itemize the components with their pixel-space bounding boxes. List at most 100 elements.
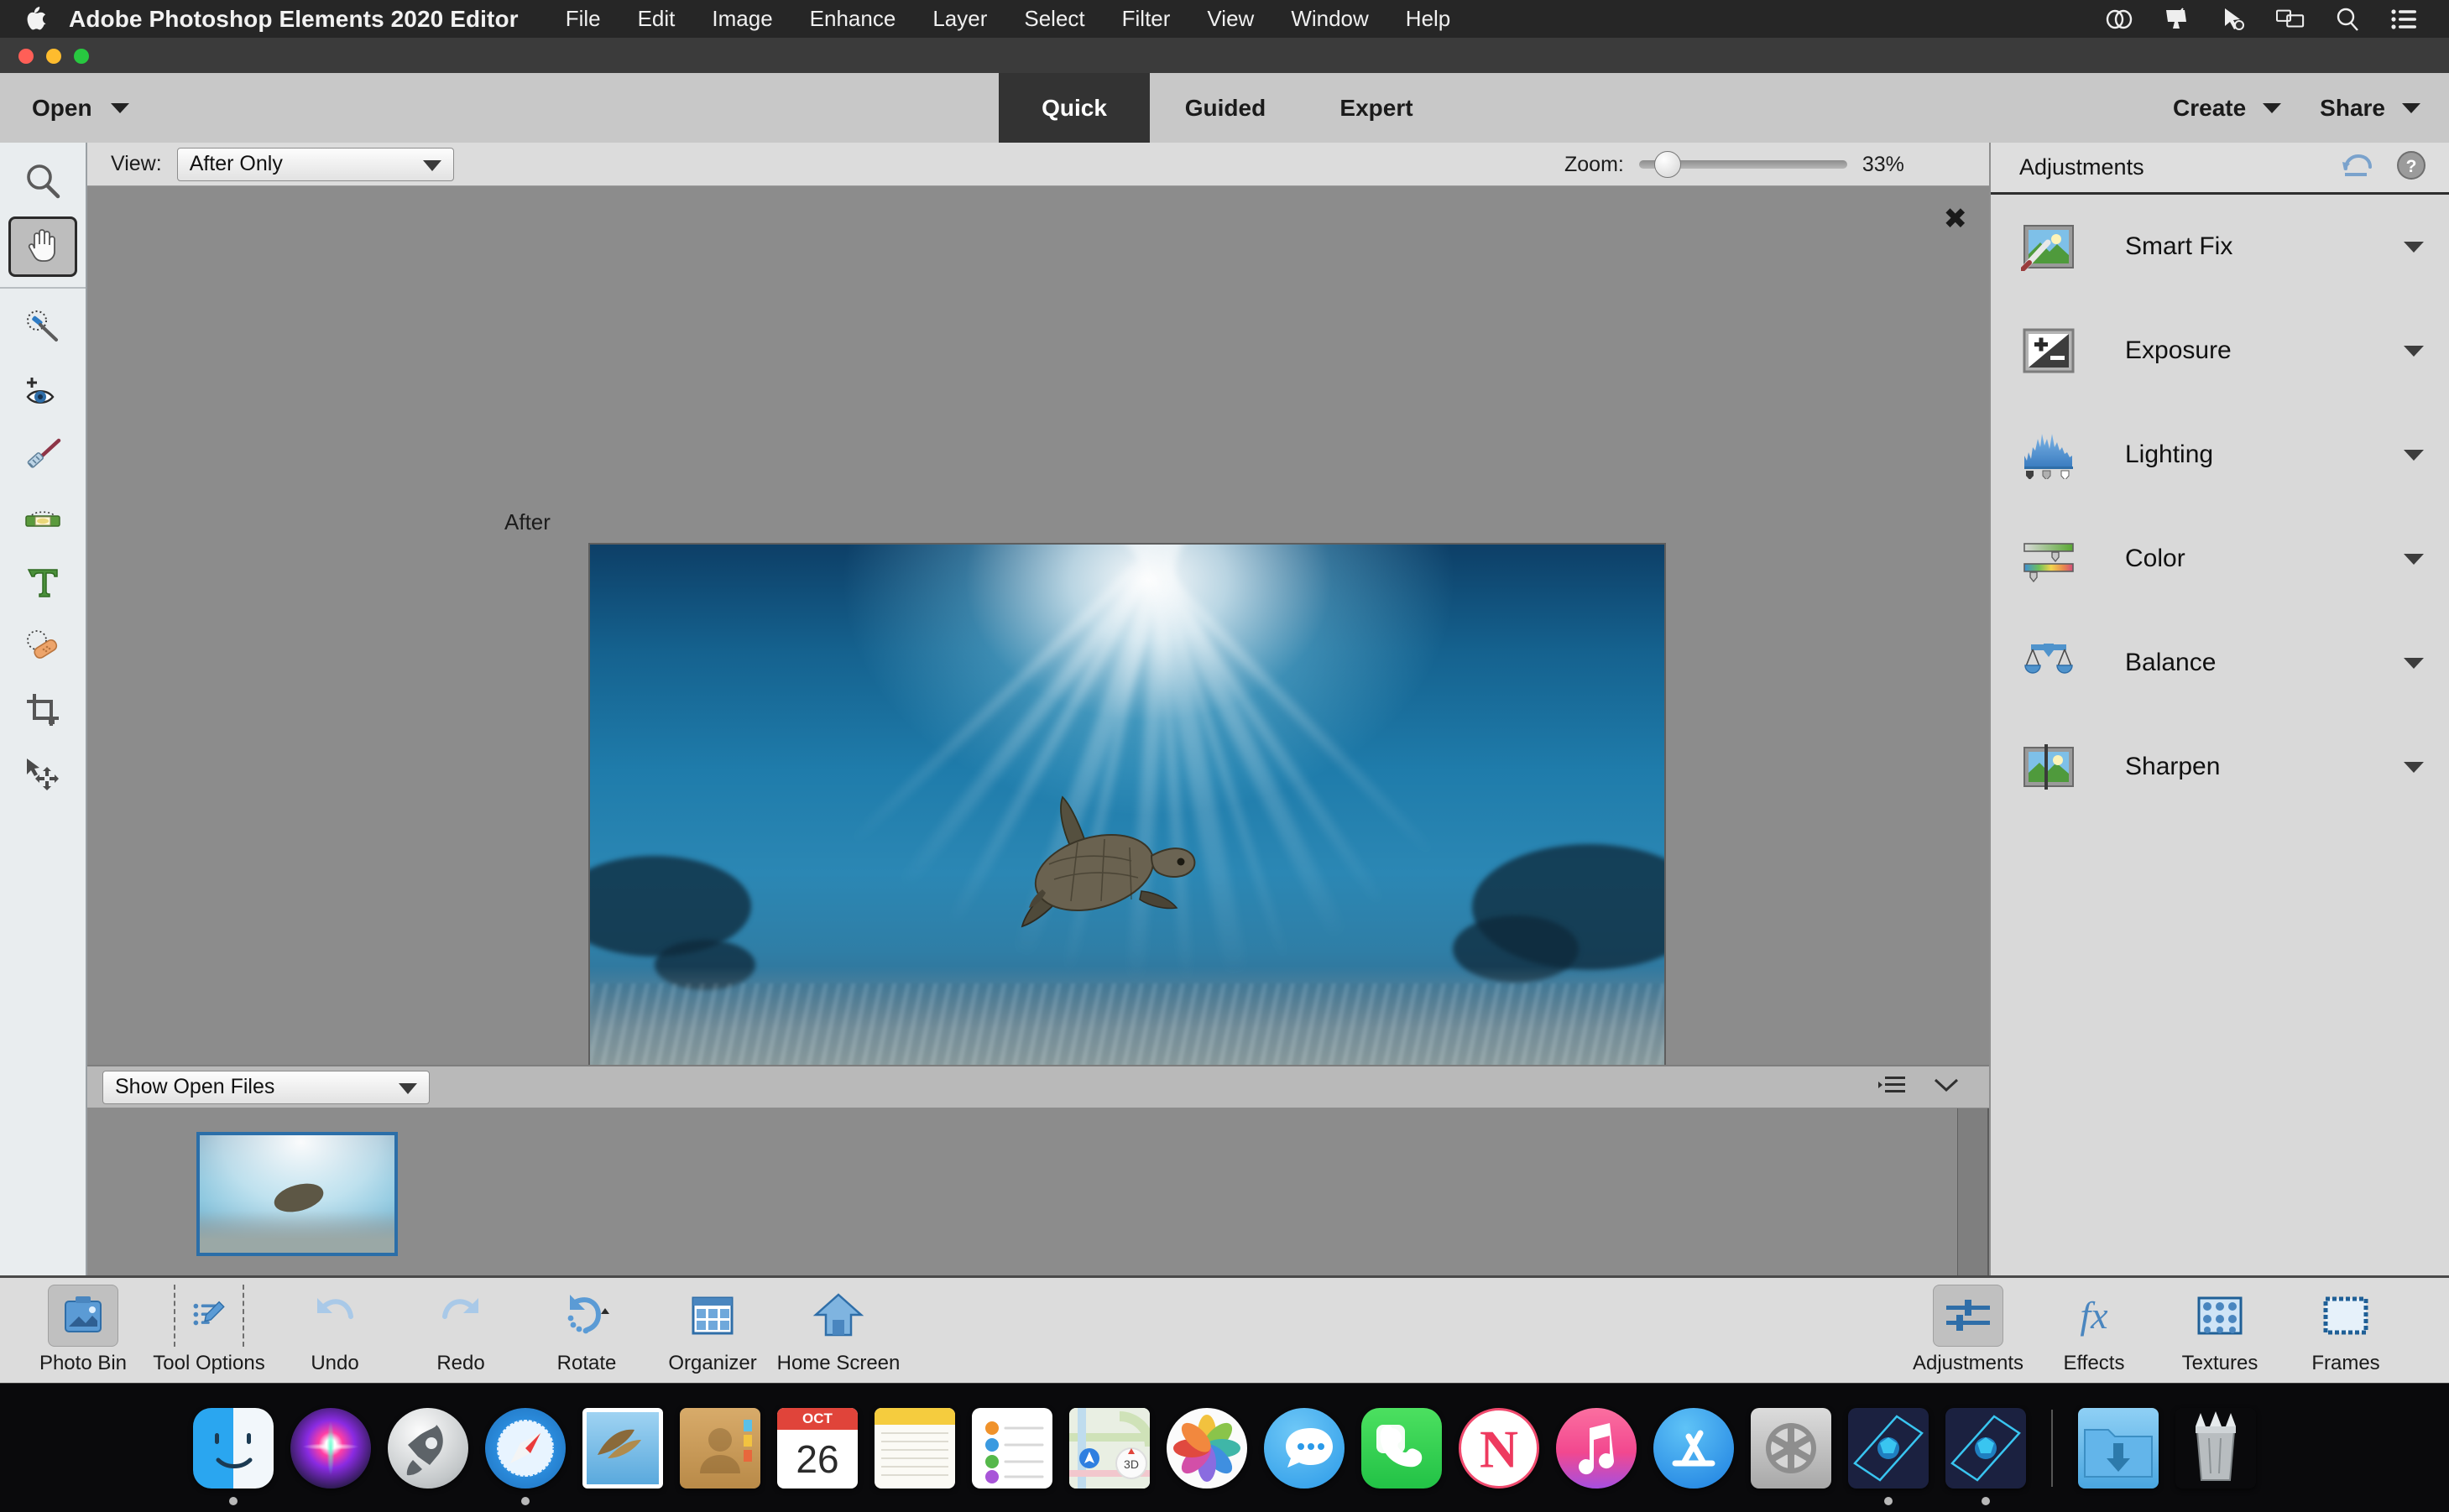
rotate-button[interactable]: Rotate [524, 1278, 650, 1375]
home-screen-button[interactable]: Home Screen [775, 1278, 901, 1375]
tool-options-button[interactable]: Tool Options [146, 1278, 272, 1375]
dock-item-reminders[interactable] [969, 1405, 1056, 1492]
menu-image[interactable]: Image [693, 6, 791, 32]
adjustment-row-lighting[interactable]: Lighting [1991, 403, 2449, 507]
adjustments-button[interactable]: Adjustments [1905, 1278, 2031, 1375]
frames-button[interactable]: Frames [2283, 1278, 2409, 1375]
calendar-icon: OCT 26 [777, 1407, 858, 1489]
zoom-slider[interactable] [1638, 151, 1847, 178]
tab-guided[interactable]: Guided [1150, 73, 1301, 143]
bin-options-icon[interactable] [1878, 1075, 1907, 1099]
view-select[interactable]: After Only [176, 147, 454, 181]
search-icon[interactable] [2333, 5, 2362, 34]
control-center-icon[interactable] [2390, 5, 2419, 34]
menu-edit[interactable]: Edit [619, 6, 694, 32]
chevron-down-icon[interactable] [2404, 241, 2424, 253]
dock-item-messages[interactable] [1261, 1405, 1348, 1492]
chevron-down-icon[interactable] [2404, 761, 2424, 773]
dock-item-maps[interactable]: 3D [1066, 1405, 1153, 1492]
adjustment-row-balance[interactable]: Balance [1991, 611, 2449, 715]
calendar-day: 26 [796, 1436, 839, 1481]
textures-button[interactable]: Textures [2157, 1278, 2283, 1375]
menu-filter[interactable]: Filter [1104, 6, 1189, 32]
window-close-button[interactable] [18, 49, 34, 64]
effects-button[interactable]: fx Effects [2031, 1278, 2157, 1375]
share-button[interactable]: Share [2320, 95, 2420, 122]
zoom-slider-knob[interactable] [1653, 151, 1681, 178]
create-button[interactable]: Create [2173, 95, 2282, 122]
creative-cloud-icon[interactable] [2105, 5, 2133, 34]
macos-dock: OCT 26 3D N [0, 1383, 2449, 1512]
chevron-down-icon[interactable] [2404, 553, 2424, 565]
photo-bin[interactable] [87, 1108, 1989, 1275]
type-tool[interactable] [8, 554, 77, 614]
hand-tool[interactable] [8, 216, 77, 277]
system-preferences-icon [1751, 1407, 1831, 1489]
dock-item-safari[interactable] [482, 1405, 569, 1505]
dock-item-photoshop-elements-a[interactable] [1845, 1405, 1932, 1505]
photo-bin-scrollbar[interactable] [1957, 1108, 1987, 1275]
after-image-preview[interactable] [588, 543, 1666, 1144]
redo-button[interactable]: Redo [398, 1278, 524, 1375]
dock-item-calendar[interactable]: OCT 26 [774, 1405, 861, 1492]
dock-item-photos[interactable] [1163, 1405, 1251, 1492]
cursor-pointer-icon[interactable] [2219, 5, 2248, 34]
bin-collapse-icon[interactable] [1932, 1076, 1961, 1098]
window-minimize-button[interactable] [46, 49, 61, 64]
move-tool[interactable] [8, 745, 77, 806]
tab-quick[interactable]: Quick [999, 73, 1150, 143]
chevron-down-icon[interactable] [2404, 345, 2424, 357]
dock-item-mail[interactable] [579, 1405, 666, 1492]
dock-item-app-store[interactable] [1650, 1405, 1737, 1492]
adjustment-row-smart-fix[interactable]: Smart Fix [1991, 195, 2449, 299]
quick-selection-tool[interactable] [8, 299, 77, 359]
maps-icon: 3D [1069, 1407, 1150, 1489]
dock-item-launchpad[interactable] [384, 1405, 472, 1492]
crop-tool[interactable] [8, 681, 77, 742]
chevron-down-icon [399, 1082, 417, 1094]
window-zoom-button[interactable] [74, 49, 89, 64]
spot-healing-brush-tool[interactable] [8, 618, 77, 678]
dock-item-photoshop-elements-b[interactable] [1942, 1405, 2029, 1505]
menu-help[interactable]: Help [1387, 6, 1469, 32]
menu-file[interactable]: File [547, 6, 619, 32]
adjustment-row-color[interactable]: Color [1991, 507, 2449, 611]
screen-mirroring-icon[interactable] [2276, 5, 2305, 34]
photo-bin-filter-select[interactable]: Show Open Files [102, 1070, 430, 1104]
dock-item-trash[interactable] [2172, 1405, 2259, 1492]
tab-expert[interactable]: Expert [1301, 73, 1452, 143]
display-broadcast-icon[interactable] [2162, 5, 2191, 34]
menu-enhance[interactable]: Enhance [791, 6, 915, 32]
menu-layer[interactable]: Layer [914, 6, 1005, 32]
straighten-tool[interactable] [8, 490, 77, 550]
menu-window[interactable]: Window [1272, 6, 1386, 32]
dock-item-system-preferences[interactable] [1747, 1405, 1835, 1492]
open-button[interactable]: Open [0, 73, 129, 143]
menu-select[interactable]: Select [1005, 6, 1103, 32]
dock-item-notes[interactable] [871, 1405, 958, 1492]
red-eye-removal-tool[interactable] [8, 362, 77, 423]
dock-item-facetime[interactable] [1358, 1405, 1445, 1492]
menu-view[interactable]: View [1188, 6, 1272, 32]
image-canvas-area[interactable]: ✖ After [87, 186, 1989, 1144]
adjustment-row-exposure[interactable]: Exposure [1991, 299, 2449, 403]
organizer-button[interactable]: Organizer [650, 1278, 775, 1375]
close-icon[interactable]: ✖ [1944, 205, 1968, 233]
photo-bin-thumbnail[interactable] [196, 1132, 398, 1256]
photo-bin-button[interactable]: Photo Bin [20, 1278, 146, 1375]
dock-item-contacts[interactable] [676, 1405, 764, 1492]
apple-logo-icon[interactable] [25, 7, 47, 32]
dock-item-downloads-folder[interactable] [2075, 1405, 2162, 1492]
dock-item-music[interactable] [1553, 1405, 1640, 1492]
adjustment-row-sharpen[interactable]: Sharpen [1991, 715, 2449, 819]
help-icon[interactable]: ? [2395, 149, 2427, 185]
undo-button[interactable]: Undo [272, 1278, 398, 1375]
whiten-teeth-tool[interactable] [8, 426, 77, 487]
dock-item-siri[interactable] [287, 1405, 374, 1492]
chevron-down-icon[interactable] [2404, 657, 2424, 669]
dock-item-news[interactable]: N [1455, 1405, 1543, 1492]
zoom-tool[interactable] [8, 153, 77, 213]
chevron-down-icon[interactable] [2404, 449, 2424, 461]
reset-undo-icon[interactable] [2340, 150, 2375, 185]
dock-item-finder[interactable] [190, 1405, 277, 1505]
